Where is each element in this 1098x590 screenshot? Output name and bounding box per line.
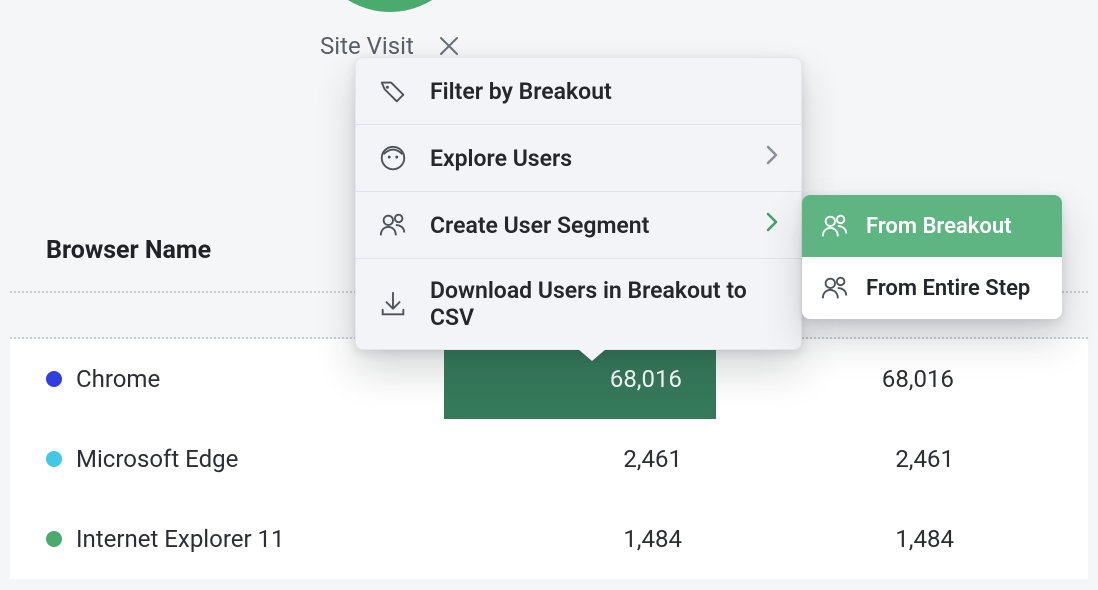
- menu-label: Create User Segment: [430, 212, 649, 239]
- context-menu: Filter by Breakout Explore Users Create …: [355, 57, 802, 350]
- chevron-right-icon: [765, 210, 779, 240]
- chevron-right-icon: [765, 143, 779, 173]
- submenu-create-segment: From Breakout From Entire Step: [802, 195, 1062, 319]
- step-label-row: Site Visit: [320, 32, 460, 60]
- row-value-2: 68,016: [716, 365, 988, 393]
- tag-icon: [378, 76, 408, 106]
- row-label: Chrome: [76, 365, 160, 393]
- face-icon: [378, 143, 408, 173]
- menu-label: Explore Users: [430, 145, 572, 172]
- row-label: Microsoft Edge: [76, 445, 238, 473]
- row-value-2: 1,484: [716, 525, 988, 553]
- menu-explore-users[interactable]: Explore Users: [356, 125, 801, 192]
- submenu-label: From Entire Step: [866, 276, 1030, 301]
- menu-filter-by-breakout[interactable]: Filter by Breakout: [356, 58, 801, 125]
- funnel-step-donut: [310, 0, 470, 12]
- submenu-from-breakout[interactable]: From Breakout: [802, 195, 1062, 257]
- menu-label: Filter by Breakout: [430, 78, 612, 105]
- table-row[interactable]: Chrome 68,016 68,016: [10, 339, 1088, 419]
- users-icon: [820, 211, 850, 241]
- users-icon: [378, 210, 408, 240]
- row-value-2: 2,461: [716, 445, 988, 473]
- series-dot-icon: [46, 371, 62, 387]
- row-label: Internet Explorer 11: [76, 525, 285, 553]
- menu-label: Download Users in Breakout to CSV: [430, 277, 779, 331]
- row-value-1: 1,484: [444, 525, 716, 553]
- menu-create-user-segment[interactable]: Create User Segment: [356, 192, 801, 259]
- series-dot-icon: [46, 531, 62, 547]
- row-value-1: 2,461: [444, 445, 716, 473]
- close-icon[interactable]: [438, 35, 460, 57]
- menu-download-csv[interactable]: Download Users in Breakout to CSV: [356, 259, 801, 349]
- step-label: Site Visit: [320, 32, 414, 60]
- table-row[interactable]: Microsoft Edge 2,461 2,461: [10, 419, 1088, 499]
- series-dot-icon: [46, 451, 62, 467]
- download-icon: [378, 289, 408, 319]
- submenu-label: From Breakout: [866, 214, 1012, 239]
- users-icon: [820, 273, 850, 303]
- column-header-browser: Browser Name: [46, 236, 211, 265]
- submenu-from-entire-step[interactable]: From Entire Step: [802, 257, 1062, 319]
- table-row[interactable]: Internet Explorer 11 1,484 1,484: [10, 499, 1088, 579]
